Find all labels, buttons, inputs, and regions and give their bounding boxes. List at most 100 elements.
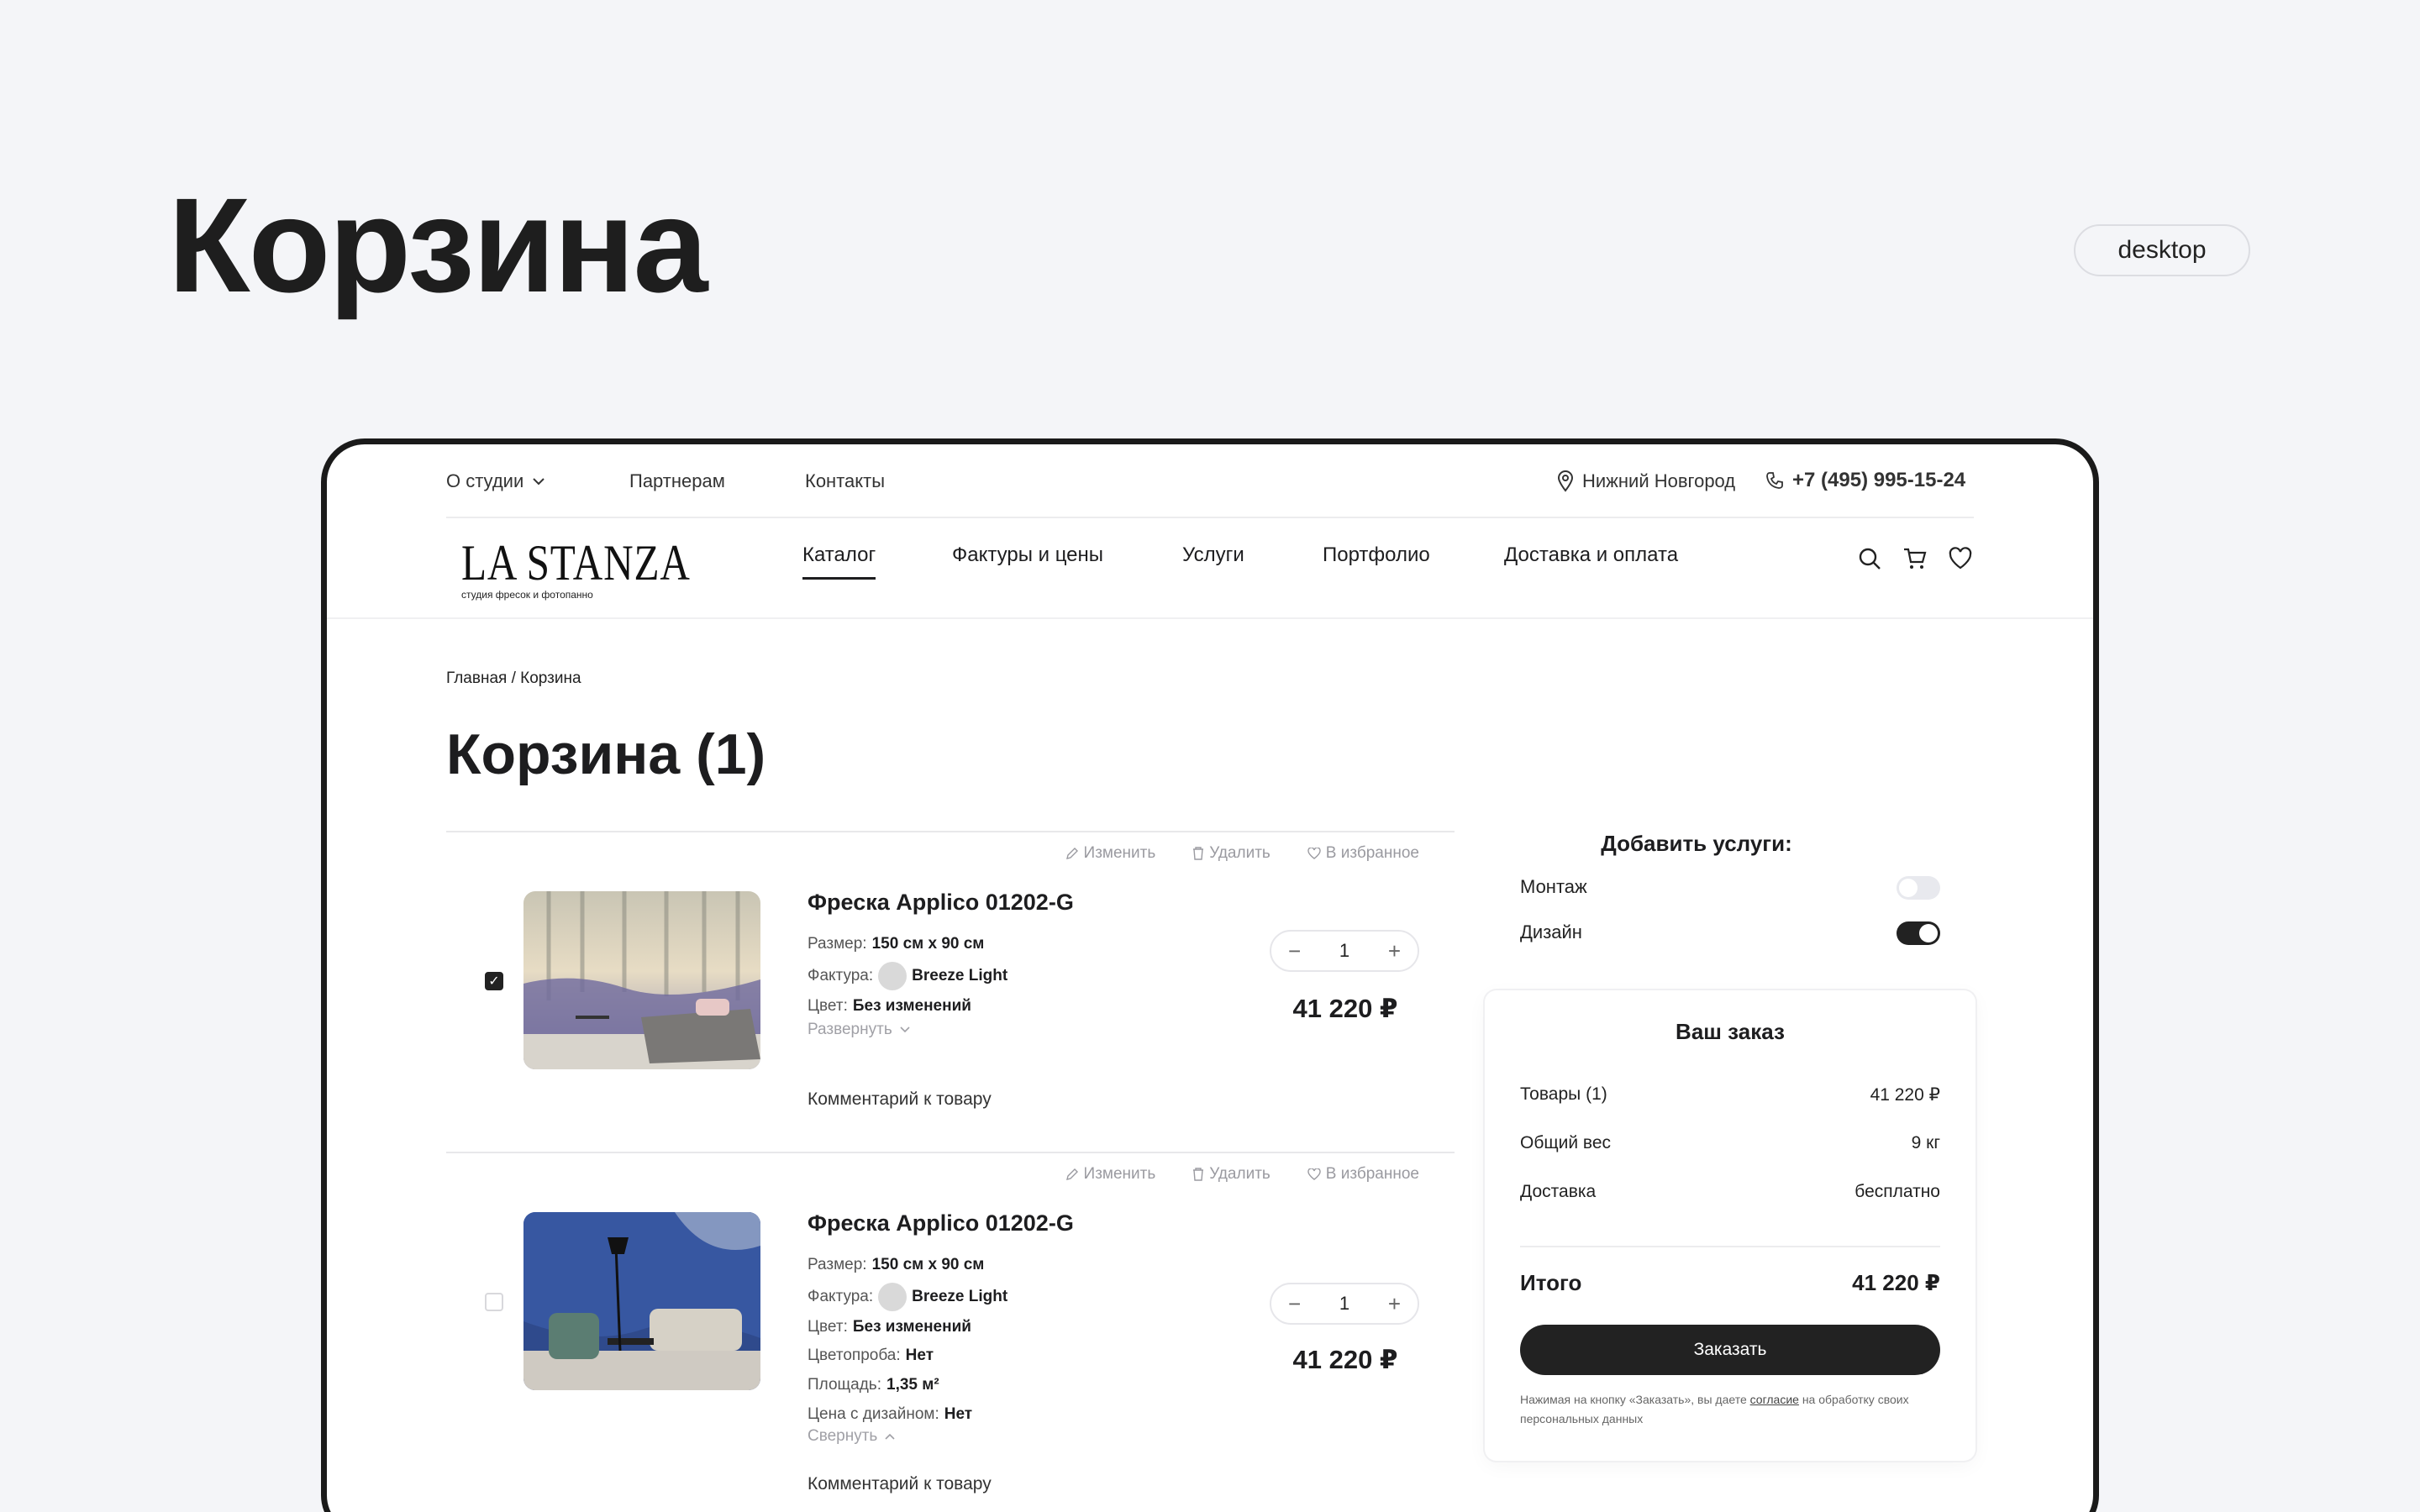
product-name[interactable]: Фреска Applico 01202-G [808,890,1074,916]
edit-button[interactable]: Изменить [1065,1165,1155,1184]
product-image[interactable] [523,1212,760,1390]
page-title: Корзина (1) [446,722,766,786]
order-label: Товары (1) [1520,1084,1607,1104]
spec-label: Цена с дизайном: [808,1405,939,1423]
quantity-value[interactable]: 1 [1339,1293,1349,1315]
chevron-down-icon [533,478,544,486]
nav-item-portfolio[interactable]: Портфолио [1323,543,1430,567]
item-actions: Изменить Удалить В избранное [1065,1165,1419,1184]
chevron-up-icon [885,1433,895,1440]
consent-link[interactable]: согласие [1750,1393,1799,1406]
desktop-mockup: О студии Партнерам Контакты Нижний Новго… [321,438,2099,1512]
spec-color: Цвет: Без изменений [808,1318,971,1336]
city-label: Нижний Новгород [1582,470,1736,491]
breadcrumb[interactable]: Главная / Корзина [446,669,581,688]
delete-button[interactable]: Удалить [1192,1165,1270,1184]
spec-value: Без изменений [852,1318,971,1336]
divider [1520,1246,1940,1247]
spec-label: Фактура: [808,1288,874,1305]
contacts-link[interactable]: Контакты [805,470,885,492]
cart-icon[interactable] [1902,545,1928,572]
spec-size: Размер: 150 см х 90 см [808,935,984,953]
phone-link[interactable]: +7 (495) 995-15-24 [1765,469,1965,492]
quantity-value[interactable]: 1 [1339,940,1349,962]
city-selector[interactable]: Нижний Новгород [1557,470,1735,492]
spec-value: Breeze Light [912,1288,1008,1305]
item-checkbox[interactable]: ✓ [485,972,503,990]
main-navigation: LA STANZA студия фресок и фотопанно Ката… [327,518,2093,619]
spec-area: Площадь: 1,35 м² [808,1376,939,1394]
collapse-toggle[interactable]: Свернуть [808,1427,896,1446]
service-design: Дизайн [1520,921,1940,947]
logo-wordmark: LA STANZA [461,535,691,591]
spec-value: Нет [905,1347,934,1364]
spec-design-price: Цена с дизайном: Нет [808,1405,972,1424]
order-value: 9 кг [1911,1133,1940,1152]
heart-icon [1307,1168,1321,1180]
top-bar: О студии Партнерам Контакты Нижний Новго… [327,444,2093,518]
quantity-stepper: − 1 + [1270,1283,1419,1325]
delete-button[interactable]: Удалить [1192,844,1270,863]
product-name[interactable]: Фреска Applico 01202-G [808,1210,1074,1236]
about-dropdown[interactable]: О студии [446,470,545,492]
collapse-label: Свернуть [808,1427,878,1445]
order-value: 41 220 ₽ [1870,1085,1940,1105]
nav-item-catalog[interactable]: Каталог [802,543,876,580]
quantity-stepper: − 1 + [1270,930,1419,972]
spec-label: Цветопроба: [808,1347,901,1364]
item-comment-link[interactable]: Комментарий к товару [808,1089,992,1110]
edit-label: Изменить [1083,844,1156,862]
item-comment-link[interactable]: Комментарий к товару [808,1474,992,1494]
service-label: Дизайн [1520,921,1582,942]
product-image[interactable] [523,891,760,1069]
order-label: Доставка [1520,1182,1597,1201]
spec-value: 150 см х 90 см [871,1256,985,1273]
presentation-title: Корзина [168,170,708,320]
logo[interactable]: LA STANZA студия фресок и фотопанно [461,537,741,601]
decrease-button[interactable]: − [1288,938,1301,964]
search-icon[interactable] [1856,545,1883,572]
heart-icon[interactable] [1947,545,1974,572]
edit-button[interactable]: Изменить [1065,844,1156,863]
order-value: бесплатно [1854,1182,1940,1201]
nav-item-services[interactable]: Услуги [1182,543,1244,567]
order-button[interactable]: Заказать [1520,1325,1940,1375]
increase-button[interactable]: + [1388,938,1401,964]
texture-swatch [878,962,908,990]
total-label: Итого [1520,1270,1582,1295]
service-mounting: Монтаж [1520,876,1940,901]
order-row-weight: Общий вес 9 кг [1520,1133,1940,1153]
cart-item: Изменить Удалить В избранное ✓ Фреска Ap… [446,831,1455,1152]
item-actions: Изменить Удалить В избранное [1065,844,1419,863]
heart-icon [1307,848,1321,859]
device-badge: desktop [2074,224,2250,276]
spec-label: Размер: [808,935,867,953]
favorite-label: В избранное [1325,844,1419,862]
spec-texture: Фактура: Breeze Light [808,1283,1007,1311]
favorite-label: В избранное [1325,1165,1419,1183]
decrease-button[interactable]: − [1288,1291,1301,1317]
spec-texture: Фактура: Breeze Light [808,962,1007,990]
pencil-icon [1065,848,1078,859]
order-row-goods: Товары (1) 41 220 ₽ [1520,1084,1940,1105]
expand-toggle[interactable]: Развернуть [808,1021,911,1039]
favorite-button[interactable]: В избранное [1307,1165,1419,1184]
nav-item-textures[interactable]: Фактуры и цены [952,543,1103,567]
spec-label: Площадь: [808,1376,881,1394]
trash-icon [1193,847,1204,860]
service-label: Монтаж [1520,876,1587,897]
nav-item-delivery[interactable]: Доставка и оплата [1504,543,1678,567]
spec-label: Фактура: [808,967,874,984]
item-checkbox[interactable] [485,1293,503,1311]
favorite-button[interactable]: В избранное [1307,844,1419,863]
spec-color: Цвет: Без изменений [808,997,971,1016]
about-label: О студии [446,470,524,491]
mounting-toggle[interactable] [1897,876,1940,900]
consent-text: Нажимая на кнопку «Заказать», вы даете [1520,1393,1750,1406]
partners-link[interactable]: Партнерам [629,470,725,492]
nav-item-label: Каталог [802,543,876,566]
design-toggle[interactable] [1897,921,1940,945]
increase-button[interactable]: + [1388,1291,1401,1317]
order-total: Итого 41 220 ₽ [1520,1270,1940,1296]
spec-label: Цвет: [808,997,848,1015]
